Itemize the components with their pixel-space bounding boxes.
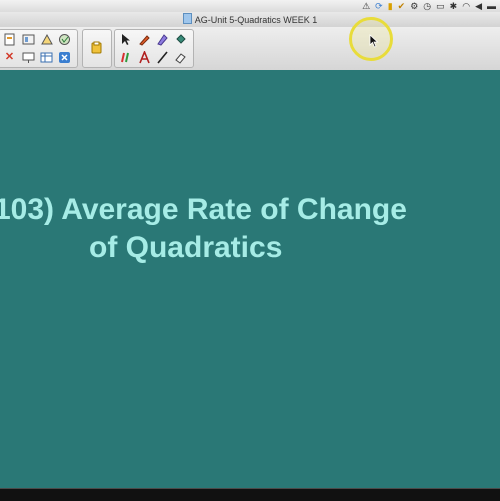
toolbar-group-pages: ✕ <box>0 29 78 68</box>
sync-icon[interactable]: ⟳ <box>375 0 383 12</box>
new-page-icon[interactable] <box>2 32 17 47</box>
monitor-icon[interactable]: ▭ <box>436 0 445 12</box>
battery-icon[interactable]: ▬ <box>487 0 496 12</box>
eraser-icon[interactable] <box>173 50 188 65</box>
select-arrow-icon[interactable] <box>118 32 133 47</box>
slide-title-line2: of Quadratics <box>89 231 283 264</box>
volume-icon[interactable]: ◀ <box>475 0 482 12</box>
close-window-icon[interactable] <box>57 50 72 65</box>
text-tool-icon[interactable] <box>137 50 152 65</box>
window-titlebar[interactable]: AG-Unit 5-Quadratics WEEK 1 <box>0 12 500 27</box>
screen-shade-icon[interactable] <box>21 50 36 65</box>
gallery-icon[interactable] <box>57 32 72 47</box>
toolbar-group-draw <box>114 29 194 68</box>
creative-pens-icon[interactable] <box>118 50 133 65</box>
checkmark-icon[interactable]: ✔ <box>398 0 406 12</box>
slide-title-line1: 103) Average Rate of Change <box>0 193 407 226</box>
highlighter-icon[interactable] <box>155 32 170 47</box>
slide-canvas[interactable]: 103) Average Rate of Change of Quadratic… <box>0 70 500 488</box>
toolbar: ✕ <box>0 27 500 71</box>
clock-icon[interactable]: ◷ <box>423 0 431 12</box>
capture-icon[interactable] <box>89 40 104 55</box>
fill-icon[interactable] <box>173 32 188 47</box>
delete-icon[interactable]: ✕ <box>2 50 17 65</box>
document-icon <box>182 13 192 24</box>
pen-icon[interactable] <box>137 32 152 47</box>
table-icon[interactable] <box>39 50 54 65</box>
settings-icon[interactable]: ⚙ <box>410 0 418 12</box>
alert-icon[interactable]: ⚠ <box>362 0 370 12</box>
toolbar-group-capture <box>82 29 112 68</box>
window-title: AG-Unit 5-Quadratics WEEK 1 <box>0 13 500 27</box>
paste-icon[interactable] <box>39 32 54 47</box>
note-icon[interactable]: ▮ <box>388 0 393 12</box>
wifi-icon[interactable]: ◠ <box>462 0 470 12</box>
bottom-edge <box>0 488 500 501</box>
bluetooth-icon[interactable]: ✱ <box>450 0 458 12</box>
page-sorter-icon[interactable] <box>21 32 36 47</box>
status-tray: ⚠ ⟳ ▮ ✔ ⚙ ◷ ▭ ✱ ◠ ◀ ▬ <box>362 0 496 12</box>
line-tool-icon[interactable] <box>155 50 170 65</box>
mouse-cursor-icon <box>369 34 379 53</box>
window-title-text: AG-Unit 5-Quadratics WEEK 1 <box>194 15 318 25</box>
